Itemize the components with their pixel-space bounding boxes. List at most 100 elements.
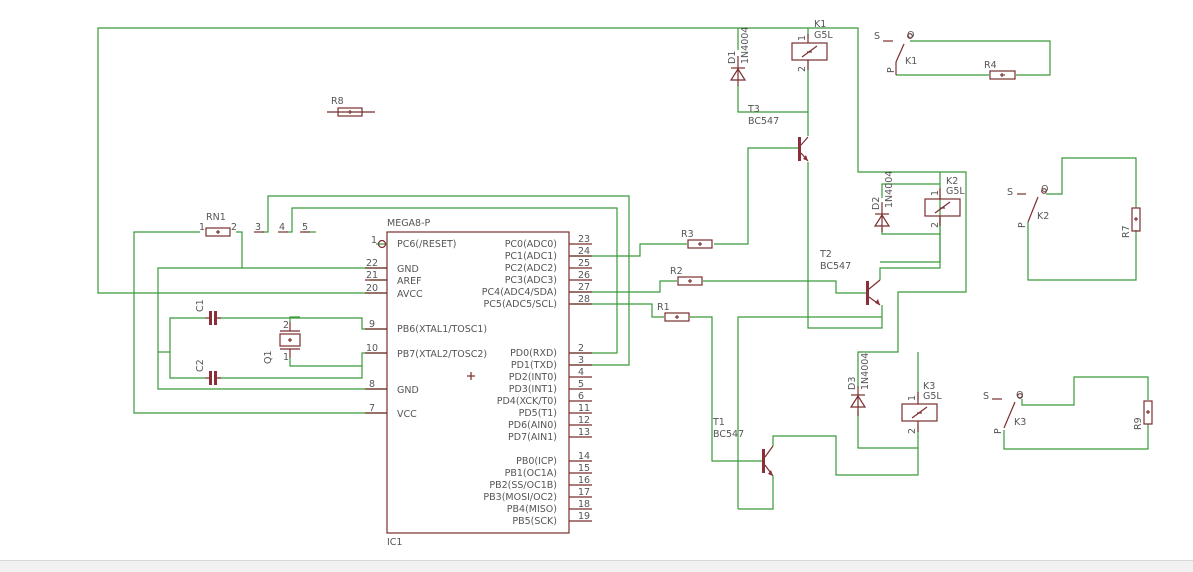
resistor-r9[interactable]: R9 — [1133, 400, 1153, 430]
pin-num: 18 — [578, 499, 590, 510]
pin-label: PB4(MISO) — [507, 504, 557, 515]
t1-type: BC547 — [713, 429, 744, 440]
k3-coil-pin1: 1 — [907, 395, 918, 401]
pin-num: 24 — [578, 246, 590, 257]
k2-coil-pin1: 1 — [930, 190, 941, 196]
k1-switch-s: S — [874, 31, 880, 42]
pin-num: 2 — [578, 343, 584, 354]
rn1-label: RN1 — [206, 212, 226, 223]
pin-num: 7 — [369, 403, 375, 414]
transistor-t1[interactable]: T1 BC547 — [712, 417, 774, 477]
pin-num: 23 — [578, 234, 590, 245]
schematic-canvas[interactable]: MEGA8-P IC1 1 PC6(/RESET) 22 GND 21 AREF… — [0, 0, 1193, 571]
pin-num: 19 — [578, 511, 590, 522]
r8-label: R8 — [331, 96, 344, 107]
t1-ref: T1 — [712, 417, 725, 428]
resistor-rn1[interactable]: RN1 1 2 — [199, 212, 237, 237]
d3-type: 1N4004 — [860, 353, 871, 390]
pin-label: PC1(ADC1) — [505, 251, 557, 262]
diode-d2[interactable]: D2 1N4004 — [871, 171, 895, 232]
pin-label: PD3(INT1) — [509, 384, 557, 395]
header-pin-3: 3 — [255, 222, 261, 233]
pin-label: PB0(ICP) — [516, 456, 557, 467]
d1-type: 1N4004 — [740, 27, 751, 64]
resistor-r8[interactable]: R8 — [327, 96, 375, 117]
q1-pin2: 2 — [283, 320, 289, 331]
t2-ref: T2 — [819, 249, 832, 260]
relay-switch-k2[interactable]: S O P K2 — [1007, 184, 1049, 228]
r9-label: R9 — [1133, 417, 1144, 430]
pin-label: AREF — [397, 276, 422, 287]
pin-num: 16 — [578, 475, 590, 486]
pin-num: 5 — [578, 379, 584, 390]
pin-num: 15 — [578, 463, 590, 474]
k2-coil-type: G5L — [946, 186, 965, 197]
resistor-r4[interactable]: R4 — [984, 60, 1016, 80]
relay-switch-k3[interactable]: S O P K3 — [983, 390, 1026, 434]
pin-label: PD4(XCK/T0) — [497, 396, 557, 407]
d3-ref: D3 — [847, 377, 858, 390]
pin-num: 22 — [366, 258, 378, 269]
rn1-pin1: 1 — [199, 222, 205, 233]
k3-coil-type: G5L — [923, 391, 942, 402]
pin-num: 1 — [371, 235, 377, 246]
pin-label: PC4(ADC4/SDA) — [482, 287, 557, 298]
capacitor-c2[interactable]: C2 — [195, 359, 221, 385]
k1-switch-ref: K1 — [905, 56, 917, 67]
relay-switch-k1[interactable]: S O P K1 — [874, 30, 917, 75]
bottom-scrollbar[interactable] — [0, 560, 1193, 572]
d2-ref: D2 — [871, 197, 882, 210]
mcu-left-pins: 1 PC6(/RESET) 22 GND 21 AREF 20 AVCC 9 P… — [365, 235, 487, 420]
crystal-q1[interactable]: Q1 2 1 — [263, 320, 301, 364]
pin-num: 3 — [578, 355, 584, 366]
t3-ref: T3 — [747, 104, 760, 115]
k1-coil-pin2: 2 — [797, 66, 808, 72]
pin-num: 20 — [366, 283, 378, 294]
resistor-r2[interactable]: R2 — [670, 266, 703, 286]
k2-switch-s: S — [1007, 187, 1013, 198]
r7-label: R7 — [1121, 225, 1132, 238]
header-pin-4: 4 — [279, 222, 285, 233]
k3-switch-ref: K3 — [1014, 417, 1026, 428]
pin-num: 21 — [366, 270, 378, 281]
diode-d3[interactable]: D3 1N4004 — [847, 353, 871, 416]
c2-label: C2 — [195, 359, 206, 372]
wires — [97, 27, 1149, 510]
k3-switch-o: O — [1016, 390, 1023, 401]
c1-label: C1 — [195, 299, 206, 312]
resistor-r1[interactable]: R1 — [657, 302, 690, 322]
pin-num: 14 — [578, 451, 590, 462]
pin-label: PB5(SCK) — [512, 516, 557, 527]
k2-coil-pin2: 2 — [930, 222, 941, 228]
relay-coil-k3[interactable]: K3 G5L 1 2 — [901, 381, 942, 434]
pin-label: AVCC — [397, 289, 423, 300]
pin-label: PB1(OC1A) — [505, 468, 557, 479]
resistor-r7[interactable]: R7 — [1121, 207, 1141, 238]
capacitor-c1[interactable]: C1 — [195, 299, 221, 325]
pin-label: GND — [397, 264, 419, 275]
diode-d1[interactable]: D1 1N4004 — [727, 27, 751, 86]
t3-type: BC547 — [748, 116, 779, 127]
r3-label: R3 — [681, 229, 694, 240]
pin-label: PC2(ADC2) — [505, 263, 557, 274]
t2-type: BC547 — [820, 261, 851, 272]
resistor-r3[interactable]: R3 — [681, 229, 713, 249]
k1-switch-p: P — [886, 67, 897, 73]
pin-num: 27 — [578, 282, 590, 293]
mcu-ic1[interactable]: MEGA8-P IC1 1 PC6(/RESET) 22 GND 21 AREF… — [365, 218, 592, 548]
r2-label: R2 — [670, 266, 683, 277]
pin-label: GND — [397, 385, 419, 396]
pin-label: PC5(ADC5/SCL) — [484, 299, 557, 310]
transistor-t2[interactable]: T2 BC547 — [819, 249, 881, 306]
pin-label: PD7(AIN1) — [508, 432, 557, 443]
pin-label: PC6(/RESET) — [397, 239, 456, 250]
pin-num: 26 — [578, 270, 590, 281]
k2-switch-ref: K2 — [1037, 211, 1049, 222]
relay-coil-k1[interactable]: K1 G5L 1 2 — [791, 19, 833, 72]
mcu-ref: IC1 — [387, 537, 402, 548]
k3-switch-s: S — [983, 391, 989, 402]
pin-num: 13 — [578, 427, 590, 438]
header-pin-5: 5 — [302, 222, 308, 233]
pin-num: 9 — [369, 319, 375, 330]
k3-coil-pin2: 2 — [907, 428, 918, 434]
